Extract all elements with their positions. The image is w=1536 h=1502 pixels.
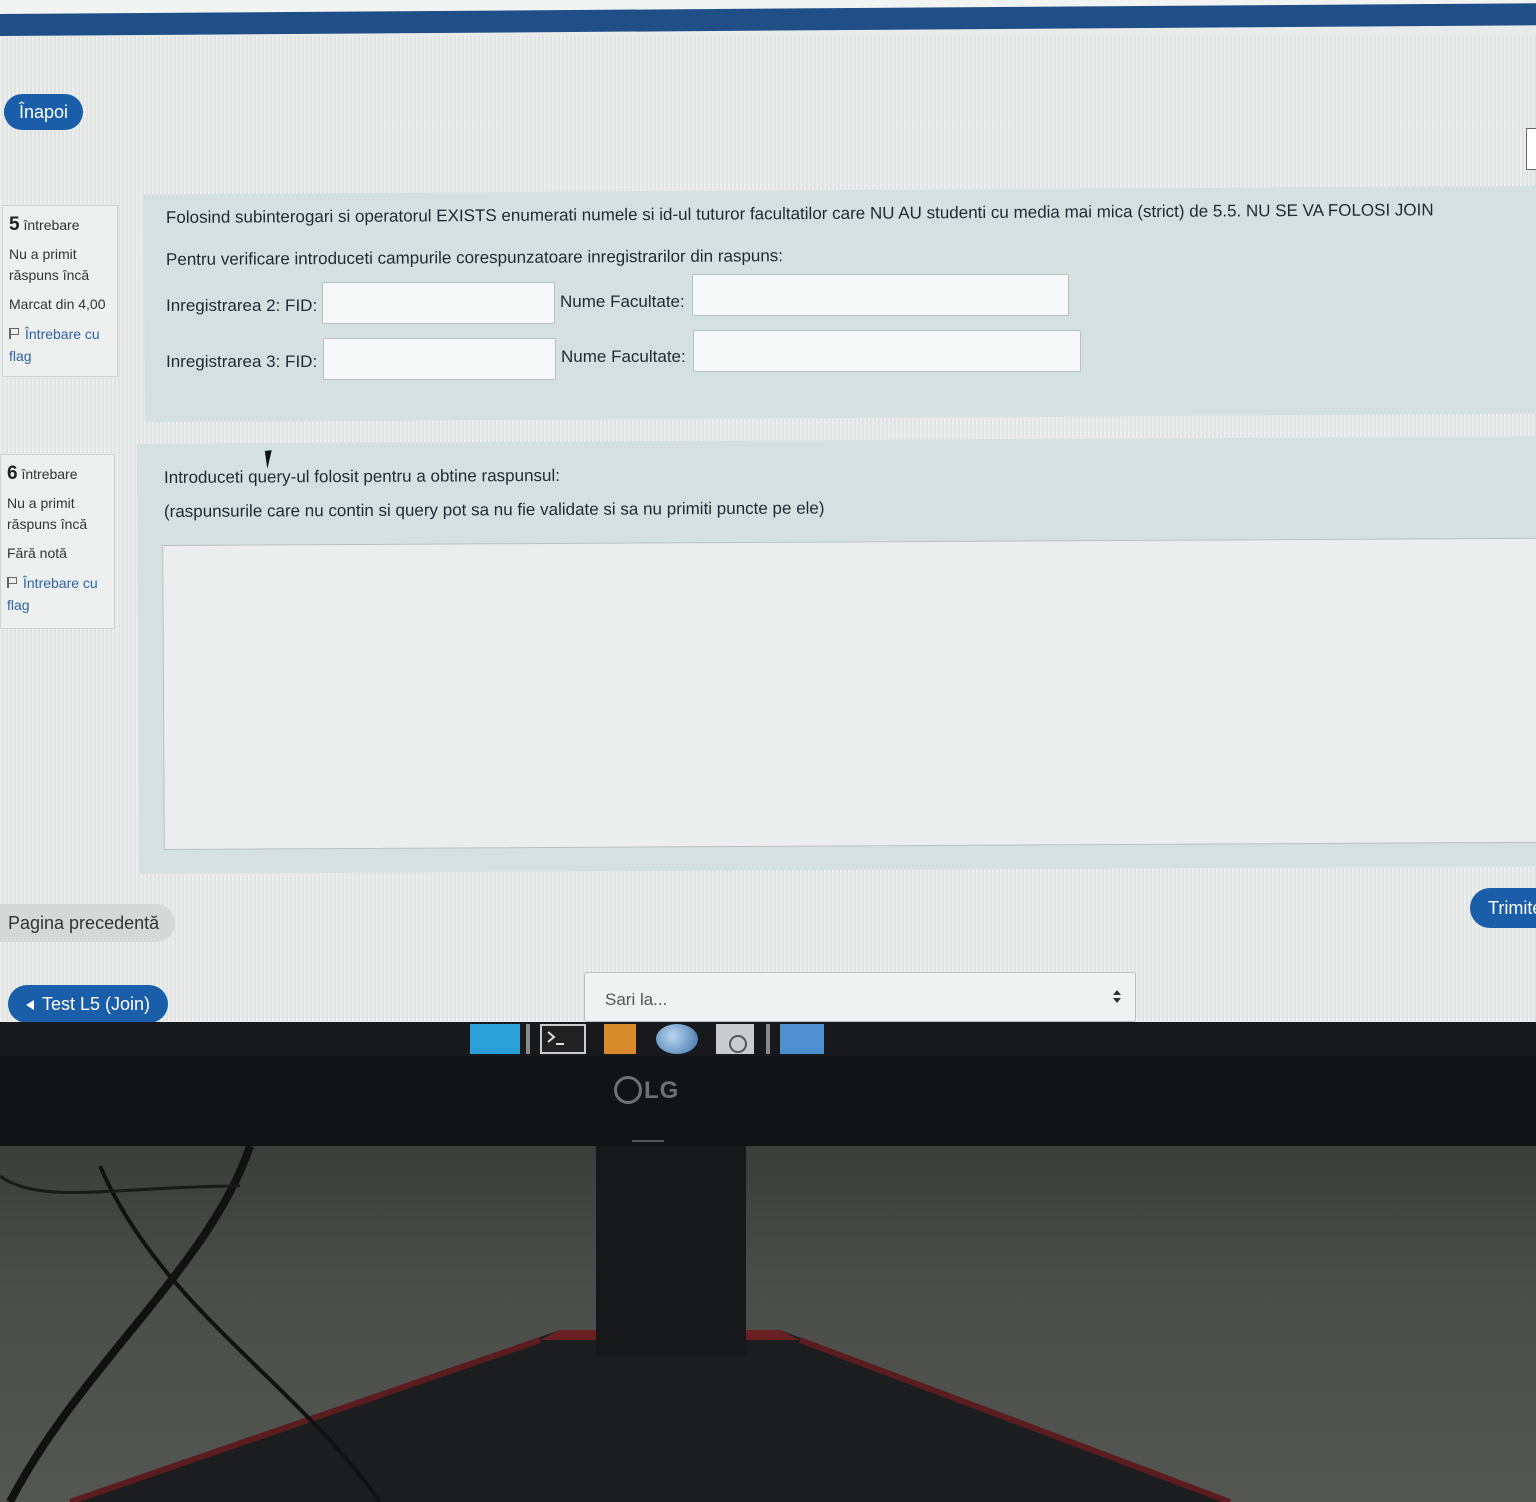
taskbar [0,1022,1536,1056]
power-led [632,1140,664,1142]
jump-to-select[interactable]: Sari la... [584,972,1136,1022]
triangle-left-icon [26,1000,34,1011]
edge-control [1526,128,1536,170]
cable [0,1146,382,1502]
row2-fid-label: Inregistrarea 2: FID: [166,296,318,315]
terminal-icon[interactable] [540,1024,586,1054]
question-5-info: 5 întrebare Nu a primit răspuns încă Mar… [2,205,118,377]
screen: Înapoi 5 întrebare Nu a primit răspuns î… [0,0,1536,1022]
question-label: întrebare [23,217,80,233]
monitor-bezel [0,1056,1536,1146]
row2-name-input[interactable] [692,274,1069,316]
monitor-brand-logo: LG [614,1075,679,1106]
previous-page-button[interactable]: Pagina precedentă [0,904,176,942]
flag-icon [9,328,19,339]
question-status: Nu a primit răspuns încă [7,495,88,532]
row2-name-label: Nume Facultate: [560,292,685,311]
question-6-text: Introduceti query-ul folosit pentru a ob… [163,465,561,487]
mouse-cursor [264,449,282,469]
row3-name-label: Nume Facultate: [561,347,686,366]
question-status: Nu a primit răspuns încă [9,246,90,283]
flag-icon [7,577,17,588]
test-link-button[interactable]: Test L5 (Join) [8,985,169,1022]
row2-fid-input[interactable] [322,282,555,324]
flag-question-link[interactable]: Întrebare cu flag [7,572,108,616]
query-textarea[interactable] [162,537,1536,850]
row3-name-input[interactable] [693,330,1081,372]
submit-button[interactable]: Trimite [1470,888,1536,928]
question-number: 5 [9,214,20,235]
question-label: întrebare [21,466,78,482]
lg-logo-icon [614,1075,642,1104]
browser-globe-icon[interactable] [656,1024,698,1054]
disc-icon[interactable] [716,1024,754,1054]
question-mark: Marcat din 4,00 [9,296,106,312]
question-5-instructions: Pentru verificare introduceti campurile … [165,246,784,269]
row3-fid-label: Inregistrarea 3: FID: [166,352,318,371]
back-button[interactable]: Înapoi [4,94,84,130]
question-6-note: (raspunsurile care nu contin si query po… [163,498,825,521]
window-icon[interactable] [470,1024,520,1054]
question-6-info: 6 întrebare Nu a primit răspuns încă Făr… [0,454,115,629]
archive-icon[interactable] [604,1024,636,1054]
flag-question-link[interactable]: Întrebare cu flag [9,323,111,367]
taskbar-separator [766,1024,770,1054]
select-arrows-icon [1113,990,1121,1006]
taskbar-separator [526,1024,530,1054]
row3-fid-input[interactable] [323,338,556,380]
question-mark: Fără notă [7,545,67,561]
folder-icon[interactable] [780,1024,824,1054]
question-number: 6 [7,463,18,484]
